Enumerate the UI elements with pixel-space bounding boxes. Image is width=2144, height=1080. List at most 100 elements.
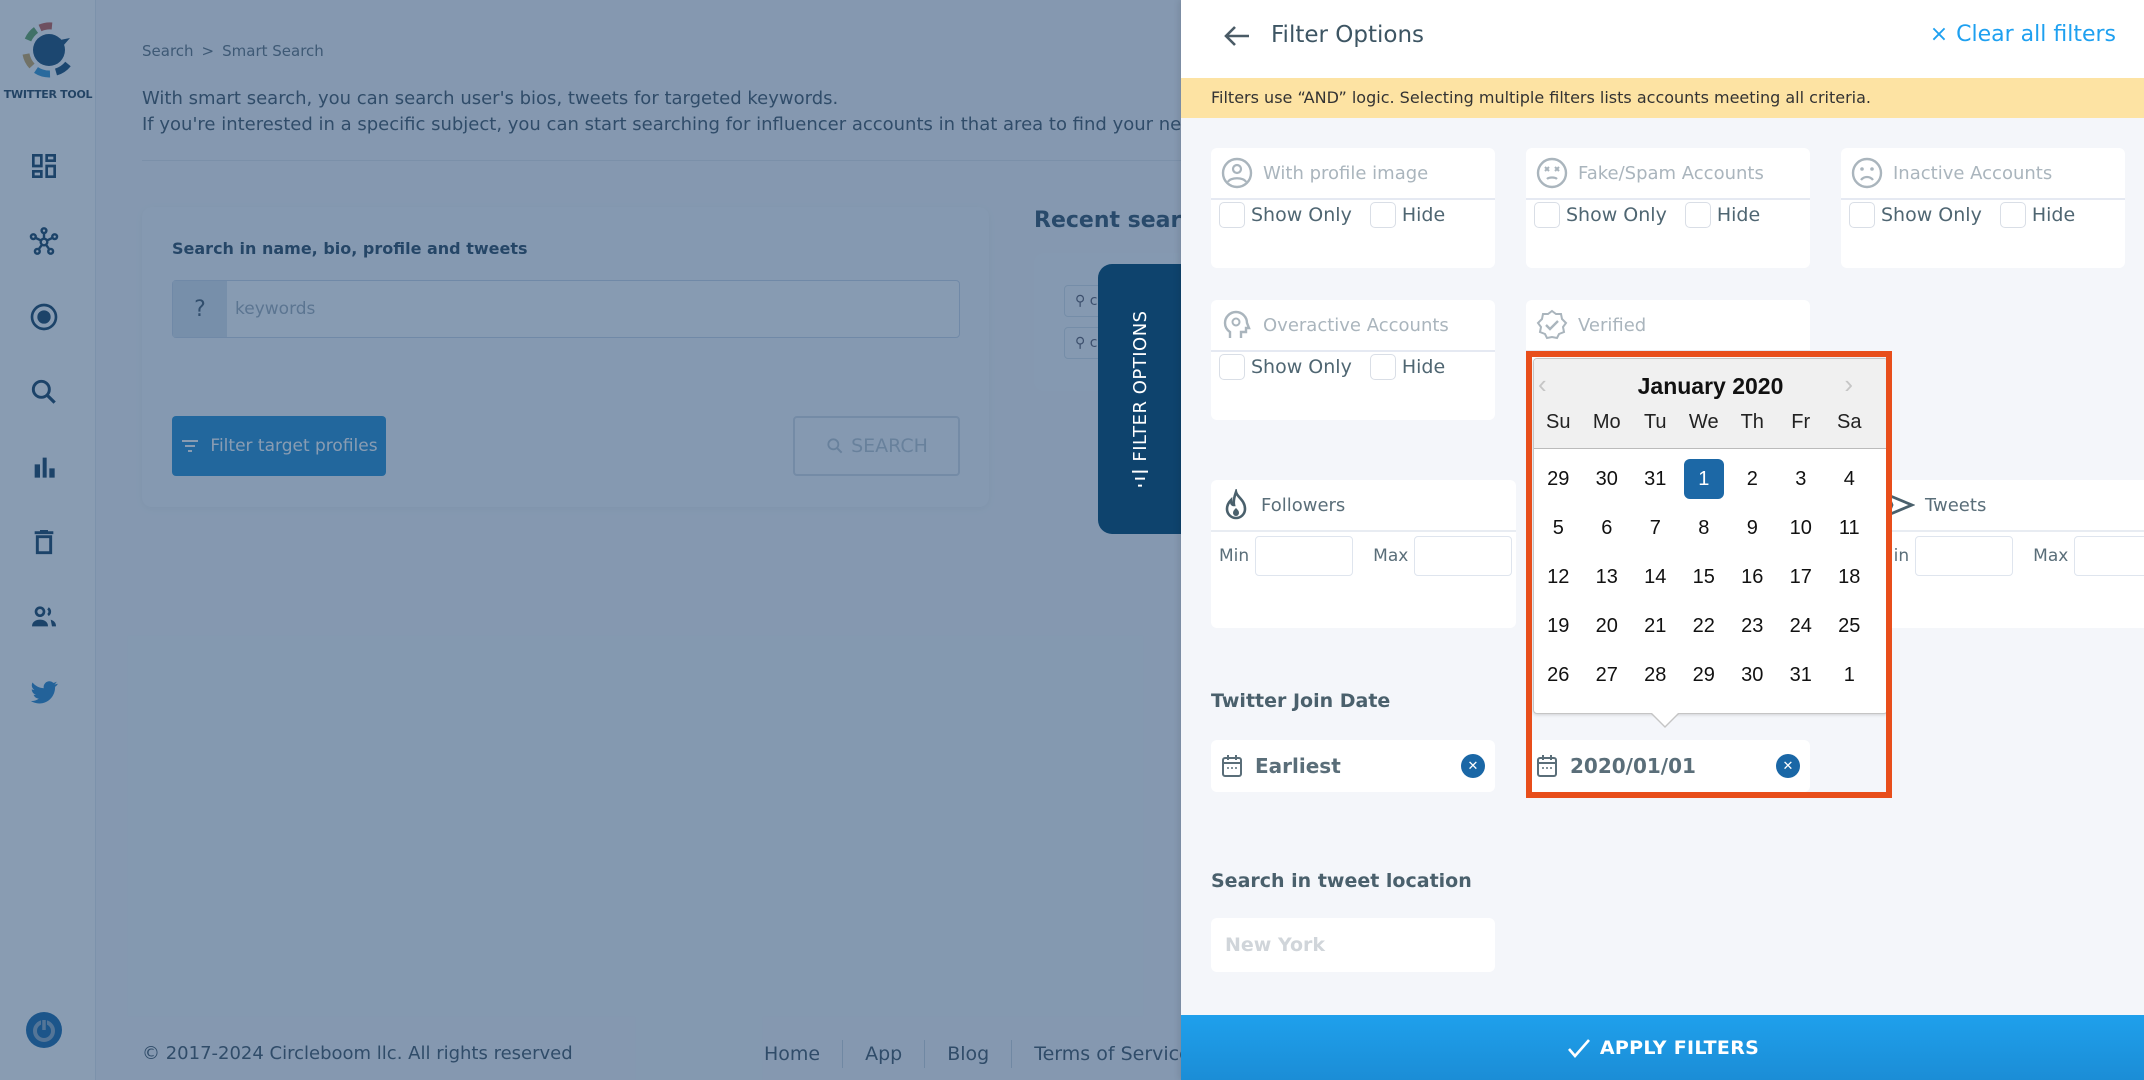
datepicker-day[interactable]: 26 [1534,661,1583,710]
datepicker-day[interactable]: 20 [1583,612,1632,661]
filter-card-profile-image: With profile image Show Only Hide [1211,148,1495,268]
datepicker-day[interactable]: 29 [1680,661,1729,710]
weekday-header: Su Mo Tu We Th Fr Sa [1534,411,1887,434]
datepicker-day[interactable]: 8 [1680,514,1729,563]
datepicker-grid: 29 30 31 1 2 3 4 5 6 7 8 9 10 11 12 13 14 15 16 17 18 19 20 21 2… [1534,459,1887,710]
datepicker-day[interactable]: 11 [1825,514,1874,563]
apply-filters-button[interactable]: APPLY FILTERS [1181,1015,2144,1080]
datepicker-week-row: 19 20 21 22 23 24 25 [1534,612,1887,661]
location-label: Search in tweet location [1211,870,1472,892]
followers-min-input[interactable] [1255,536,1354,576]
profile-image-icon [1221,157,1253,189]
head-gear-icon [1223,310,1251,338]
location-input[interactable] [1211,918,1495,972]
show-only-checkbox[interactable]: Show Only [1219,202,1352,228]
datepicker: ‹ January 2020 › Su Mo Tu We Th Fr Sa 29… [1533,358,1888,728]
datepicker-day[interactable]: 12 [1534,563,1583,612]
weekday-label: Su [1546,411,1571,433]
clear-all-filters-link[interactable]: × Clear all filters [1930,22,2116,47]
show-only-checkbox[interactable]: Show Only [1219,354,1352,380]
datepicker-caret [1651,713,1679,728]
back-button[interactable] [1219,20,1255,52]
weekday-label: Tu [1643,411,1667,433]
calendar-icon [1537,755,1557,777]
datepicker-day[interactable]: 2 [1728,465,1777,514]
datepicker-day-selected[interactable]: 1 [1680,459,1729,514]
join-date-from-field[interactable]: Earliest ✕ [1211,740,1495,792]
panel-title: Filter Options [1271,22,1425,48]
datepicker-day[interactable]: 4 [1825,465,1874,514]
datepicker-day[interactable]: 17 [1777,563,1826,612]
date-to-value: 2020/01/01 [1570,754,1696,778]
min-label: Min [1219,546,1250,566]
datepicker-day[interactable]: 31 [1631,465,1680,514]
datepicker-day[interactable]: 25 [1825,612,1874,661]
datepicker-day[interactable]: 31 [1777,661,1826,710]
hide-checkbox[interactable]: Hide [1369,354,1445,380]
and-logic-notice: Filters use “AND” logic. Selecting multi… [1181,78,2144,118]
max-label: Max [2033,546,2069,566]
tweets-label: Tweets [1925,494,1987,516]
modal-backdrop[interactable] [0,0,1181,1080]
show-only-checkbox[interactable]: Show Only [1534,202,1667,228]
apply-filters-label: APPLY FILTERS [1599,1036,1760,1059]
datepicker-day[interactable]: 22 [1680,612,1729,661]
clear-date-to-button[interactable]: ✕ [1776,754,1800,778]
datepicker-day[interactable]: 9 [1728,514,1777,563]
filter-card-followers: Followers Min Max [1211,480,1516,628]
filter-label: Overactive Accounts [1263,314,1449,336]
datepicker-day[interactable]: 21 [1631,612,1680,661]
followers-label: Followers [1261,494,1346,516]
filter-tab-label: FILTER OPTIONS [1129,310,1151,462]
datepicker-day[interactable]: 3 [1777,465,1826,514]
filter-card-overactive: Overactive Accounts Show Only Hide [1211,300,1495,420]
filter-card-inactive: Inactive Accounts Show Only Hide [1841,148,2125,268]
datepicker-day[interactable]: 30 [1583,465,1632,514]
datepicker-day[interactable]: 5 [1534,514,1583,563]
date-from-value: Earliest [1255,754,1341,778]
datepicker-day[interactable]: 29 [1534,465,1583,514]
filter-label: Fake/Spam Accounts [1578,162,1764,184]
calendar-icon [1222,755,1242,777]
datepicker-day[interactable]: 18 [1825,563,1874,612]
datepicker-day[interactable]: 13 [1583,563,1632,612]
hide-checkbox[interactable]: Hide [1684,202,1760,228]
datepicker-day[interactable]: 23 [1728,612,1777,661]
datepicker-day[interactable]: 28 [1631,661,1680,710]
dizzy-face-icon [1536,157,1568,189]
datepicker-day[interactable]: 19 [1534,612,1583,661]
datepicker-day[interactable]: 27 [1583,661,1632,710]
weekday-label: Fr [1791,411,1811,433]
weekday-label: Th [1740,411,1764,433]
sad-face-icon [1851,157,1883,189]
weekday-label: Mo [1592,411,1621,433]
close-icon: × [1929,22,1949,47]
datepicker-day[interactable]: 16 [1728,563,1777,612]
datepicker-month-title[interactable]: January 2020 [1534,373,1887,400]
checkmark-icon [1567,1038,1590,1058]
datepicker-week-row: 12 13 14 15 16 17 18 [1534,563,1887,612]
datepicker-week-row: 26 27 28 29 30 31 1 [1534,661,1887,710]
tweets-min-input[interactable] [1915,536,2014,576]
filter-options-tab[interactable]: FILTER OPTIONS [1098,264,1182,534]
datepicker-day[interactable]: 15 [1680,563,1729,612]
followers-max-input[interactable] [1414,536,1513,576]
show-only-checkbox[interactable]: Show Only [1849,202,1982,228]
chevron-right-icon[interactable]: › [1844,369,1853,400]
datepicker-day[interactable]: 30 [1728,661,1777,710]
datepicker-day[interactable]: 1 [1825,661,1874,710]
weekday-label: We [1688,411,1719,433]
hide-checkbox[interactable]: Hide [1369,202,1445,228]
hide-checkbox[interactable]: Hide [1999,202,2075,228]
datepicker-day[interactable]: 10 [1777,514,1826,563]
datepicker-day[interactable]: 14 [1631,563,1680,612]
filter-label: Inactive Accounts [1893,162,2053,184]
filter-icon [1132,470,1148,487]
join-date-to-field[interactable]: 2020/01/01 ✕ [1526,740,1810,792]
tweets-max-input[interactable] [2074,536,2144,576]
clear-date-from-button[interactable]: ✕ [1461,754,1485,778]
filter-card-tweets: Tweets Min Max [1871,480,2144,628]
datepicker-day[interactable]: 24 [1777,612,1826,661]
datepicker-day[interactable]: 6 [1583,514,1632,563]
datepicker-day[interactable]: 7 [1631,514,1680,563]
